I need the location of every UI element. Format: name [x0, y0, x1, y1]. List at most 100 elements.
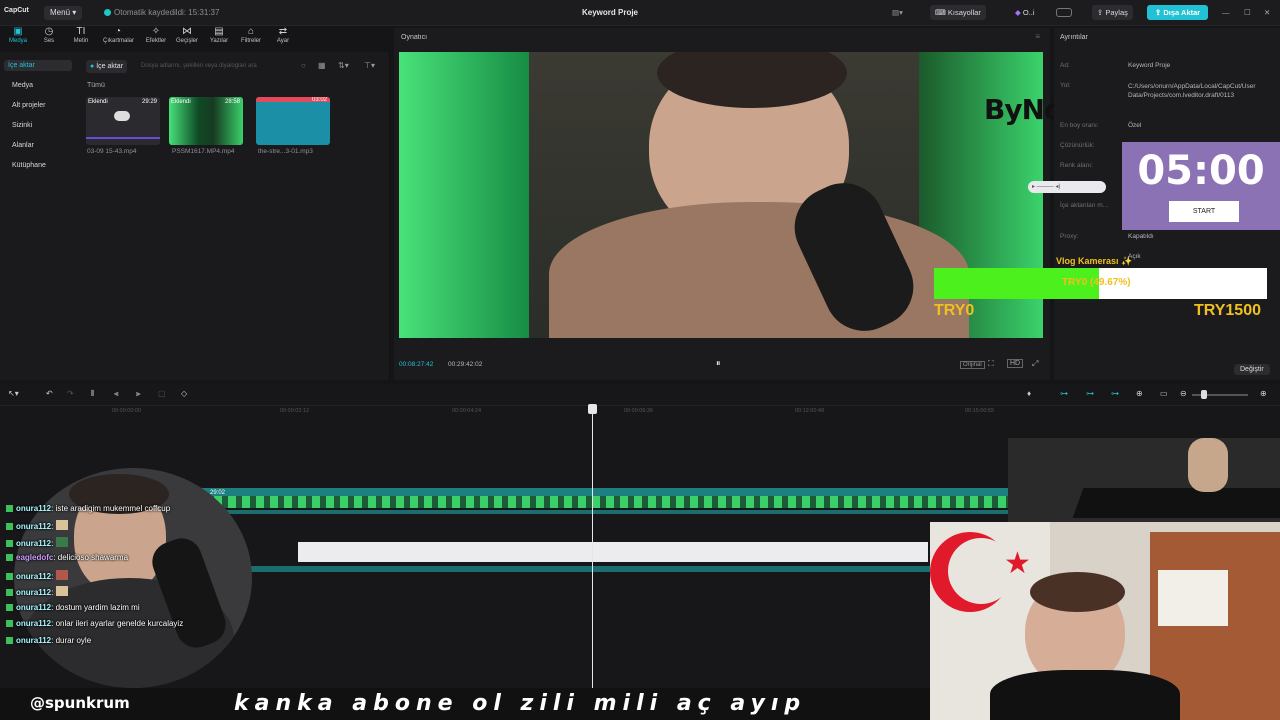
- tool-audio[interactable]: ◷ Ses: [34, 26, 64, 44]
- emote-icon: [55, 586, 68, 596]
- emote-icon: [55, 537, 68, 547]
- trim-left-icon[interactable]: ⫷: [114, 389, 119, 399]
- green-light: [399, 52, 529, 338]
- share-label: Paylaş: [1105, 8, 1128, 17]
- detail-key: İçe aktarılan m...: [1060, 202, 1109, 209]
- person-hair: [1030, 572, 1125, 612]
- trim-right-icon[interactable]: ⫸: [136, 389, 141, 399]
- zoom-fit-icon[interactable]: ⊕: [1260, 389, 1267, 398]
- tool-transitions[interactable]: ⋈ Geçişler: [172, 26, 202, 44]
- detail-key: Çözünürlük:: [1060, 142, 1095, 149]
- link-icon[interactable]: ⊶: [1060, 389, 1068, 398]
- chat-text: : durar oyle: [51, 636, 92, 645]
- sidebar-item-subprojects[interactable]: Alt projeler: [12, 102, 45, 109]
- hand: [1188, 438, 1228, 492]
- sidebar-item-yours[interactable]: Sizinki: [12, 122, 32, 129]
- magnet-icon[interactable]: ⊶: [1086, 389, 1094, 398]
- desk-camera: [1008, 438, 1280, 524]
- shortcuts-button[interactable]: ⌨ Kısayollar: [930, 5, 986, 20]
- minimize-icon[interactable]: —: [1222, 5, 1230, 20]
- player-menu-icon[interactable]: ≡: [1035, 32, 1040, 41]
- tool-stickers[interactable]: ◔ Çıkartmalar: [103, 26, 134, 44]
- shield-icon[interactable]: ◇: [181, 389, 187, 398]
- tool-label: Metin: [73, 38, 89, 44]
- media-thumbnail[interactable]: 03:02: [256, 97, 330, 145]
- split-icon[interactable]: ⫴: [91, 389, 94, 399]
- timer-value: 05:00: [1137, 148, 1265, 194]
- delete-icon[interactable]: ▢: [158, 389, 166, 398]
- quality-icon[interactable]: HD: [1007, 359, 1024, 368]
- fullscreen-icon[interactable]: ⤢: [1032, 359, 1038, 369]
- audio-track[interactable]: [250, 566, 930, 572]
- turkish-flag-star: ★: [1004, 547, 1031, 580]
- playhead-handle[interactable]: [588, 404, 597, 414]
- close-icon[interactable]: ✕: [1264, 5, 1270, 20]
- share-button[interactable]: ⇪ Paylaş: [1092, 5, 1133, 20]
- pro-badge[interactable]: [1056, 8, 1072, 17]
- detail-key: Ad:: [1060, 62, 1070, 69]
- mic-icon[interactable]: ♦: [1027, 389, 1031, 398]
- sidebar-item-media[interactable]: Medya: [12, 82, 33, 89]
- snap-icon[interactable]: ⊶: [1111, 389, 1119, 398]
- sort-icon[interactable]: ⇅▾: [338, 61, 349, 70]
- select-tool-icon[interactable]: ↖▾: [8, 389, 19, 398]
- captions-icon: ▤: [214, 26, 224, 37]
- user-button[interactable]: ◆ O..i: [1012, 5, 1038, 20]
- media-thumbnail[interactable]: Eklendi 29:29: [86, 97, 160, 145]
- sidebar-item-library[interactable]: Kütüphane: [12, 162, 46, 169]
- media-thumbnail[interactable]: Eklendi 28:58: [169, 97, 243, 145]
- chat-message: onura112:: [6, 537, 68, 548]
- tool-captions[interactable]: ▤ Yazılar: [204, 26, 234, 44]
- video-clip[interactable]: 29:02: [200, 488, 1010, 508]
- chat-badge-icon: [6, 573, 13, 580]
- tool-media[interactable]: ▣ Medya: [3, 26, 33, 44]
- search-icon[interactable]: ○: [301, 61, 306, 70]
- audio-icon: ◷: [44, 26, 54, 37]
- screen-record-clip[interactable]: [298, 542, 928, 562]
- redo-icon[interactable]: ↷: [67, 389, 74, 398]
- sidebar-item-spaces[interactable]: Alanlar: [12, 142, 34, 149]
- menu-button[interactable]: Menü ▾: [44, 6, 83, 20]
- media-search-input[interactable]: Dosya adlarını, şekilleri veya diyalogla…: [141, 60, 311, 73]
- player-panel: Oynatıcı ≡ 00:08:27:42 00:29:42:02 ⏸ Ori…: [394, 28, 1149, 380]
- media-panel: İçe aktar Medya Alt projeler Sizinki Ala…: [0, 52, 390, 380]
- chat-user: eagledofc: [16, 553, 54, 562]
- chat-badge-icon: [6, 540, 13, 547]
- zoom-slider-handle[interactable]: [1201, 390, 1207, 399]
- export-button[interactable]: ⇪ Dışa Aktar: [1147, 5, 1209, 20]
- tool-filters[interactable]: ⌂ Filtreler: [236, 26, 266, 44]
- maximize-icon[interactable]: ☐: [1244, 5, 1251, 20]
- chat-user: onura112: [16, 572, 52, 581]
- aspect-ratio-button[interactable]: Orijinal: [960, 361, 985, 369]
- media-icon: ▣: [13, 26, 23, 37]
- tool-adjust[interactable]: ⇄ Ayar: [268, 26, 298, 44]
- ticker-handle: @spunkrum: [30, 694, 130, 712]
- tool-label: Efektler: [145, 38, 167, 44]
- sidebar-item-import[interactable]: İçe aktar: [4, 60, 72, 71]
- avatar: ◆: [1015, 8, 1023, 17]
- undo-icon[interactable]: ↶: [46, 389, 53, 398]
- shortcuts-label: Kısayollar: [947, 8, 981, 17]
- current-time: 00:08:27:42: [399, 361, 434, 368]
- all-filter[interactable]: Tümü: [87, 82, 105, 89]
- media-filename: the-stre...3-01.mp3: [258, 148, 313, 155]
- preview-icon[interactable]: ▭: [1160, 389, 1168, 398]
- filter-icon[interactable]: ⊤▾: [364, 61, 375, 70]
- mini-audio-player[interactable]: ▸ ──── ◂): [1028, 181, 1106, 193]
- tool-text[interactable]: TI Metin: [66, 26, 96, 44]
- layout-icon[interactable]: ▤▾: [892, 5, 908, 20]
- crop-icon[interactable]: ⛶: [988, 359, 994, 369]
- import-button[interactable]: ● İçe aktar: [86, 60, 128, 73]
- tool-label: Medya: [8, 38, 27, 44]
- grid-view-icon[interactable]: ▦: [318, 61, 326, 70]
- playhead[interactable]: [592, 408, 593, 704]
- change-button[interactable]: Değiştir: [1234, 364, 1270, 375]
- tool-effects[interactable]: ✧ Efektler: [141, 26, 171, 44]
- align-icon[interactable]: ⊕: [1136, 389, 1143, 398]
- detail-value: Özel: [1128, 122, 1142, 129]
- zoom-out-icon[interactable]: ⊖: [1180, 389, 1187, 398]
- timer-start-button[interactable]: START: [1169, 201, 1239, 222]
- chat-badge-icon: [6, 554, 13, 561]
- autosave-status: Otomatik kaydedildi: 15:31:37: [104, 8, 219, 17]
- pause-button[interactable]: ⏸: [716, 358, 721, 369]
